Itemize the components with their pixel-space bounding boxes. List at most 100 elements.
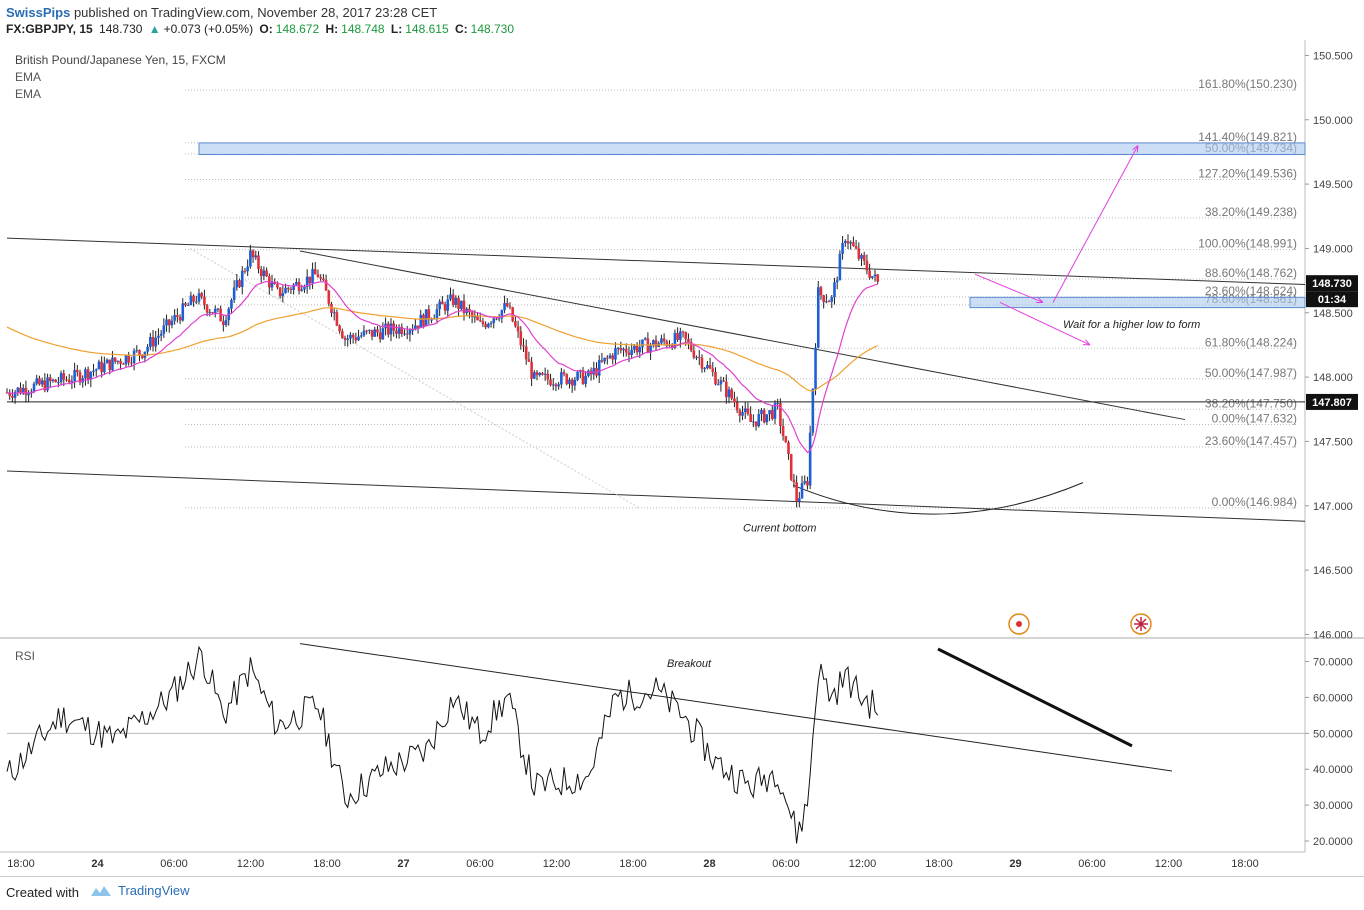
instrument-legend[interactable]: British Pound/Japanese Yen, 15, FXCM — [15, 53, 226, 67]
last-price-text: 148.730 — [1312, 278, 1352, 290]
symbol-label[interactable]: FX:GBPJPY, 15 — [6, 22, 93, 36]
candle-up — [743, 408, 747, 413]
candle-up — [768, 410, 771, 415]
candle-down — [259, 268, 263, 277]
candle-up — [235, 280, 239, 288]
fib-level-label: 88.60%(148.762) — [1205, 266, 1297, 280]
candle-down — [243, 270, 247, 272]
candle-down — [619, 347, 623, 351]
candle-down — [451, 294, 455, 305]
candle-up — [84, 369, 87, 379]
candle-down — [862, 255, 866, 261]
candle-down — [535, 372, 539, 376]
candle-down — [478, 320, 482, 322]
candle-down — [846, 241, 850, 244]
candle-up — [752, 421, 755, 423]
candle-up — [592, 367, 596, 375]
candle-down — [505, 303, 509, 307]
candle-down — [735, 402, 739, 411]
candle-down — [692, 350, 696, 358]
price-tick-label: 150.000 — [1313, 115, 1353, 127]
candle-up — [608, 355, 612, 358]
candle-down — [562, 372, 566, 375]
candle-up — [135, 350, 139, 352]
rsi-legend[interactable]: RSI — [15, 649, 35, 663]
fib-level-label: 0.00%(147.632) — [1212, 411, 1297, 425]
candle-down — [635, 345, 639, 353]
candle-down — [176, 315, 179, 318]
candle-down — [286, 287, 290, 289]
candle-up — [27, 393, 30, 396]
time-tick-label: 18:00 — [1231, 858, 1259, 870]
candle-down — [854, 245, 858, 249]
candle-up — [170, 320, 174, 326]
candle-up — [105, 359, 109, 364]
candle-down — [806, 481, 809, 486]
candle-up — [254, 255, 258, 258]
published-text: published on TradingView.com, November 2… — [73, 5, 438, 20]
candle-up — [57, 382, 60, 384]
candle-up — [460, 300, 463, 309]
time-tick-label: 12:00 — [543, 858, 571, 870]
candle-up — [616, 347, 620, 349]
price-tick-label: 149.000 — [1313, 243, 1353, 255]
ema-legend-1[interactable]: EMA — [15, 70, 41, 84]
candle-down — [338, 325, 341, 332]
candle-down — [427, 309, 431, 320]
footer: Created with TradingView — [0, 876, 1364, 910]
candle-down — [600, 360, 604, 362]
candle-up — [811, 388, 815, 433]
rsi-divergence-line — [937, 647, 1133, 748]
rsi-tick-label: 50.0000 — [1313, 728, 1353, 740]
candle-down — [549, 379, 552, 386]
fib-level-label: 100.00%(148.991) — [1198, 237, 1297, 251]
candle-down — [714, 371, 717, 385]
candle-down — [38, 378, 41, 385]
candle-up — [349, 334, 352, 339]
time-tick-label: 27 — [397, 858, 409, 870]
publisher-name[interactable]: SwissPips — [6, 5, 70, 20]
candle-down — [484, 324, 487, 328]
event-dot-inner-icon — [1016, 621, 1022, 627]
up-triangle-icon: ▲ — [148, 22, 161, 36]
candle-down — [354, 337, 358, 341]
price-tick-label: 146.500 — [1313, 565, 1353, 577]
candle-up — [162, 325, 166, 334]
candle-up — [154, 337, 158, 347]
candle-up — [303, 286, 306, 290]
candle-down — [416, 325, 420, 328]
ema-legend-2[interactable]: EMA — [15, 87, 41, 101]
chart-canvas[interactable]: 150.500 150.000 149.500 149.000 148.500 148.0… — [0, 40, 1364, 876]
candle-up — [157, 335, 160, 338]
rsi-tick-label: 60.0000 — [1313, 692, 1353, 704]
candle-down — [516, 326, 520, 332]
candle-down — [570, 379, 574, 386]
candle-down — [395, 330, 398, 334]
candle-up — [716, 384, 720, 386]
resistance-zone — [198, 142, 1306, 156]
candle-up — [576, 371, 579, 380]
time-tick-label: 28 — [703, 858, 715, 870]
candle-up — [403, 333, 406, 335]
candle-up — [132, 350, 136, 364]
breakout-note: Breakout — [667, 658, 712, 670]
candle-up — [181, 303, 185, 321]
candle-up — [70, 381, 74, 383]
candle-down — [725, 381, 728, 398]
price-tick-label: 148.000 — [1313, 372, 1353, 384]
candle-up — [473, 316, 477, 318]
candle-up — [149, 336, 152, 347]
candle-down — [276, 283, 279, 288]
candle-up — [165, 319, 168, 326]
candle-up — [798, 498, 801, 502]
candle-down — [457, 297, 460, 309]
candle-up — [284, 287, 287, 294]
candle-up — [803, 481, 807, 484]
price-tick-label: 147.500 — [1313, 436, 1353, 448]
tradingview-link[interactable]: TradingView — [90, 883, 190, 898]
time-tick-label: 06:00 — [1078, 858, 1106, 870]
candle-up — [194, 301, 198, 303]
candle-up — [760, 409, 763, 415]
candle-up — [111, 357, 114, 371]
candle-down — [789, 453, 793, 480]
